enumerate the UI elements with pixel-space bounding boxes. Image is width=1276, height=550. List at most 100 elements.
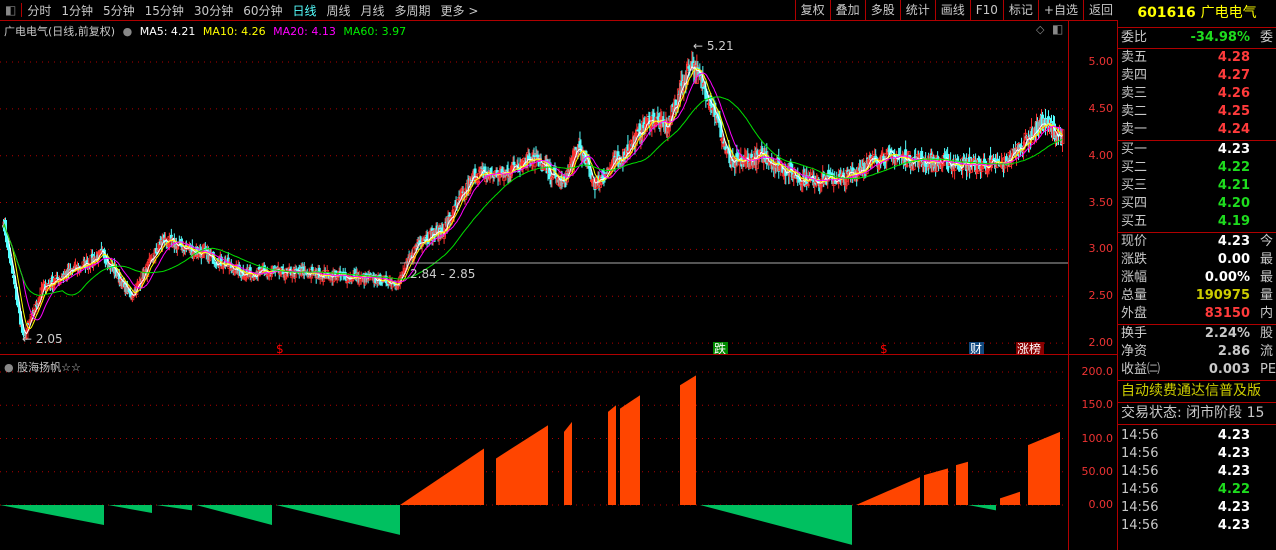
indicator-bar bbox=[276, 505, 400, 535]
indicator-bar bbox=[924, 468, 948, 505]
divider bbox=[1118, 402, 1276, 403]
row-value: 0.00% bbox=[1204, 270, 1250, 285]
row-label: 买三 bbox=[1121, 178, 1148, 193]
indicator-bar bbox=[956, 461, 968, 505]
indicator-bar bbox=[608, 405, 616, 505]
indicator-bar bbox=[968, 505, 996, 511]
indicator-tick: 50.00 bbox=[1081, 464, 1114, 478]
row-label: 涨幅 bbox=[1121, 270, 1148, 285]
tick-row: 14:56 4.23 bbox=[1121, 517, 1276, 535]
row-value: 4.22 bbox=[1217, 160, 1250, 175]
row-value: 4.24 bbox=[1217, 122, 1250, 137]
indicator-bar bbox=[700, 505, 852, 545]
high-annotation: ← 5.21 bbox=[693, 39, 734, 53]
row-label: 买二 bbox=[1121, 160, 1148, 175]
stock-header: 601616 广电电气 bbox=[1118, 0, 1276, 28]
row-extra: 量 bbox=[1260, 288, 1274, 303]
row-value: 0.00 bbox=[1217, 252, 1250, 267]
kline-chart[interactable]: ← 5.21← 2.052.84 - 2.85$ 跌 $ 财涨榜 bbox=[0, 0, 1068, 550]
row-label: 买四 bbox=[1121, 196, 1148, 211]
indicator-bar bbox=[1028, 431, 1060, 505]
bid-row: 买五 4.19 bbox=[1121, 213, 1276, 231]
indicator-toggle-icon[interactable]: ● bbox=[4, 361, 14, 374]
notice-link[interactable]: 自动续费通达信普及版 bbox=[1121, 382, 1276, 400]
stat-row: 总量 190975 量 bbox=[1121, 287, 1276, 305]
row-value: 190975 bbox=[1195, 288, 1250, 303]
row-label: 买五 bbox=[1121, 214, 1148, 229]
divider bbox=[1118, 380, 1276, 381]
indicator-bar bbox=[856, 477, 920, 505]
row-label: 卖四 bbox=[1121, 68, 1148, 83]
ma10-line bbox=[3, 67, 1063, 330]
tick-row: 14:56 4.23 bbox=[1121, 463, 1276, 481]
candle-body bbox=[947, 166, 951, 168]
row-value: 4.28 bbox=[1217, 50, 1250, 65]
row-value: 83150 bbox=[1204, 306, 1250, 321]
stat-row: 现价 4.23 今 bbox=[1121, 233, 1276, 251]
indicator-tick: 200.0 bbox=[1081, 365, 1114, 378]
row-value: 4.23 bbox=[1217, 234, 1250, 249]
ask-row: 卖一 4.24 bbox=[1121, 121, 1276, 139]
tick-row: 14:56 4.23 bbox=[1121, 445, 1276, 463]
trade-status: 交易状态: 闭市阶段 15 bbox=[1121, 405, 1265, 421]
row-label: 14:56 bbox=[1121, 464, 1159, 479]
divider bbox=[1118, 424, 1276, 425]
price-tick: 4.00 bbox=[1088, 148, 1114, 162]
row-value: 4.23 bbox=[1217, 446, 1250, 461]
row-value: 4.22 bbox=[1217, 482, 1250, 497]
indicator-bar bbox=[0, 505, 104, 525]
price-axis: 5.00 4.50 4.00 3.50 3.00 2.50 2.00 200.0 150.0 10… bbox=[1068, 21, 1118, 550]
bid-row: 买四 4.20 bbox=[1121, 195, 1276, 213]
indicator-bar bbox=[680, 375, 696, 505]
fin-row: 收益㈡ 0.003 PE bbox=[1121, 361, 1276, 379]
row-value: 4.23 bbox=[1217, 500, 1250, 515]
row-label: 净资 bbox=[1121, 344, 1148, 359]
ma60-line bbox=[3, 96, 1063, 296]
row-value: 4.20 bbox=[1217, 196, 1250, 211]
bid-row: 买二 4.22 bbox=[1121, 159, 1276, 177]
ma5-line bbox=[3, 66, 1063, 335]
row-extra: 流 bbox=[1260, 344, 1274, 359]
row-label: 现价 bbox=[1121, 234, 1148, 249]
row-extra: 股 bbox=[1260, 326, 1274, 341]
row-extra: 最 bbox=[1260, 270, 1274, 285]
indicator-bar bbox=[1000, 491, 1020, 505]
fin-row: 净资 2.86 流 bbox=[1121, 343, 1276, 361]
price-tick: 2.00 bbox=[1088, 336, 1114, 350]
stock-code: 601616 bbox=[1137, 5, 1196, 21]
indicator-tick: 100.0 bbox=[1081, 431, 1114, 445]
indicator-tick: 150.0 bbox=[1081, 398, 1114, 412]
row-label: 换手 bbox=[1121, 326, 1148, 341]
row-value: 2.24% bbox=[1204, 326, 1250, 341]
row-label: 买一 bbox=[1121, 142, 1148, 157]
ask-row: 卖二 4.25 bbox=[1121, 103, 1276, 121]
range-annotation: 2.84 - 2.85 bbox=[410, 267, 475, 281]
row-value: 4.23 bbox=[1217, 518, 1250, 533]
bid-row: 买一 4.23 bbox=[1121, 141, 1276, 159]
indicator-bar bbox=[108, 505, 152, 513]
stock-name: 广电电气 bbox=[1200, 5, 1257, 21]
row-label: 总量 bbox=[1121, 288, 1148, 303]
weibi-row: 委比 -34.98% 委 bbox=[1121, 29, 1276, 47]
tick-row: 14:56 4.22 bbox=[1121, 481, 1276, 499]
candle-body bbox=[536, 154, 540, 158]
price-tick: 2.50 bbox=[1088, 289, 1114, 303]
bid-row: 买三 4.21 bbox=[1121, 177, 1276, 195]
row-value: 4.21 bbox=[1217, 178, 1250, 193]
indicator-title: ● 股海扬帆☆☆ bbox=[4, 361, 81, 374]
toolbar-button[interactable]: 返回 bbox=[1082, 0, 1118, 21]
stat-row: 涨幅 0.00% 最 bbox=[1121, 269, 1276, 287]
row-value: 4.27 bbox=[1217, 68, 1250, 83]
row-extra: 最 bbox=[1260, 252, 1274, 267]
row-value: 4.26 bbox=[1217, 86, 1250, 101]
indicator-bar bbox=[156, 505, 192, 511]
price-tick: 3.50 bbox=[1088, 195, 1114, 209]
indicator-bar bbox=[196, 505, 272, 525]
row-label: 外盘 bbox=[1121, 306, 1148, 321]
row-value: 4.23 bbox=[1217, 464, 1250, 479]
indicator-bar bbox=[496, 425, 548, 505]
indicator-bar bbox=[564, 421, 572, 505]
panel-divider bbox=[0, 354, 1118, 355]
row-label: 收益㈡ bbox=[1121, 362, 1161, 377]
stat-row: 涨跌 0.00 最 bbox=[1121, 251, 1276, 269]
